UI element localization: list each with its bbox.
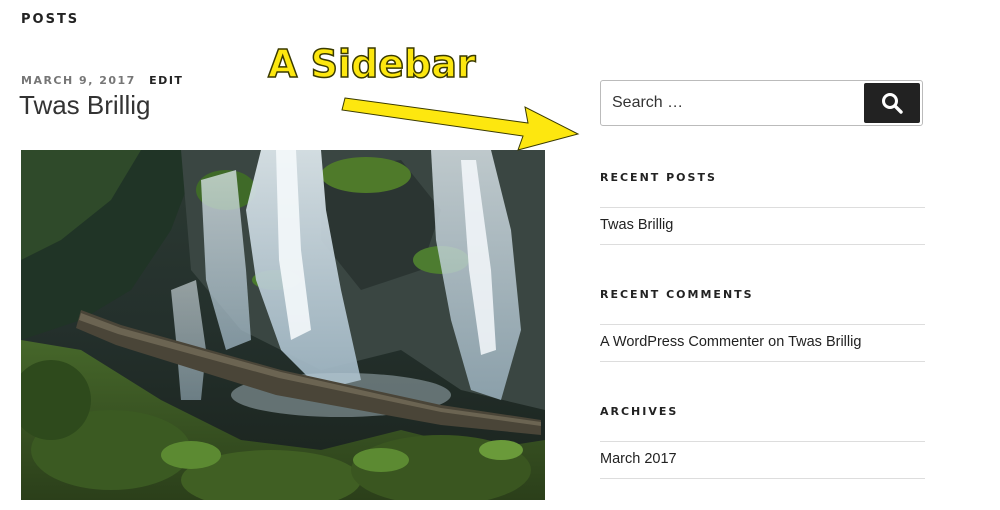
divider bbox=[600, 244, 925, 245]
recent-post-link[interactable]: Twas Brillig bbox=[600, 217, 673, 233]
divider bbox=[600, 478, 925, 479]
comment-post-link[interactable]: Twas Brillig bbox=[788, 334, 861, 350]
post-meta: MARCH 9, 2017 EDIT bbox=[21, 74, 183, 87]
divider bbox=[600, 441, 925, 442]
comment-connector: on bbox=[768, 334, 785, 350]
search-button[interactable] bbox=[864, 83, 920, 123]
search-form bbox=[600, 80, 923, 126]
recent-comments-title: RECENT COMMENTS bbox=[600, 288, 754, 301]
page: POSTS MARCH 9, 2017 EDIT Twas Brillig A … bbox=[0, 0, 1000, 510]
search-icon bbox=[882, 93, 903, 114]
search-input[interactable] bbox=[601, 81, 861, 125]
archives-title: ARCHIVES bbox=[600, 405, 679, 418]
annotation-arrow-icon bbox=[341, 97, 580, 151]
recent-post-item: Twas Brillig bbox=[600, 217, 673, 233]
divider bbox=[600, 361, 925, 362]
annotation-label: A Sidebar bbox=[267, 41, 476, 87]
edit-link[interactable]: EDIT bbox=[149, 74, 183, 87]
archive-item: March 2017 bbox=[600, 451, 677, 467]
post-title[interactable]: Twas Brillig bbox=[19, 90, 150, 121]
recent-comment-item: A WordPress Commenter on Twas Brillig bbox=[600, 334, 861, 350]
section-title: POSTS bbox=[21, 12, 80, 27]
archive-link[interactable]: March 2017 bbox=[600, 451, 677, 467]
divider bbox=[600, 324, 925, 325]
post-date[interactable]: MARCH 9, 2017 bbox=[21, 74, 136, 87]
recent-posts-title: RECENT POSTS bbox=[600, 171, 717, 184]
divider bbox=[600, 207, 925, 208]
featured-image[interactable] bbox=[21, 150, 545, 500]
comment-author-link[interactable]: A WordPress Commenter bbox=[600, 334, 764, 350]
